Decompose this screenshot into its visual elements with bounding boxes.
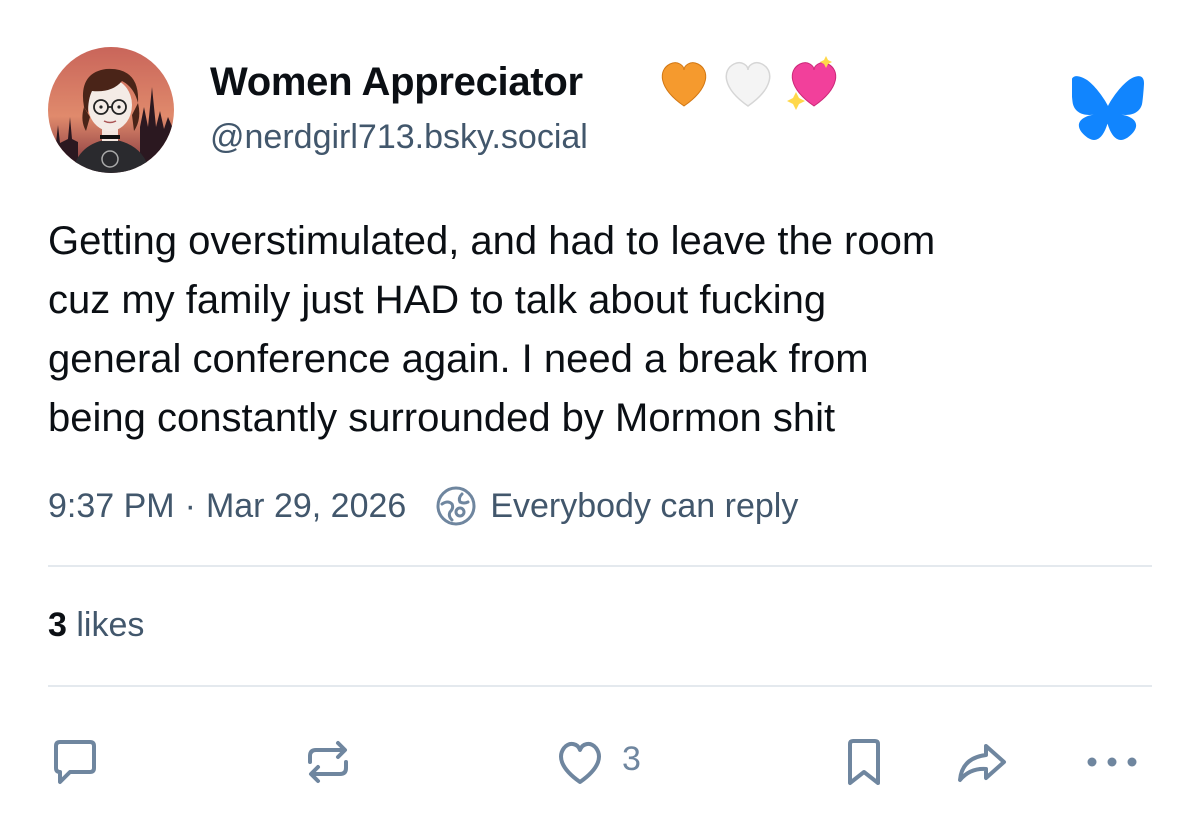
- more-button[interactable]: [1084, 734, 1140, 790]
- sparkling-heart-icon: [787, 56, 837, 110]
- emoji-badges: [654, 52, 844, 112]
- post-date: Mar 29, 2026: [205, 486, 407, 525]
- post-time: 9:37 PM: [48, 486, 175, 525]
- display-name[interactable]: Women Appreciator: [210, 60, 583, 105]
- handle[interactable]: @nerdgirl713.bsky.social: [210, 118, 588, 157]
- like-count: 3: [622, 740, 641, 778]
- more-icon: [1087, 757, 1137, 767]
- divider-top: [48, 565, 1152, 567]
- reply-setting-label[interactable]: Everybody can reply: [490, 487, 798, 526]
- repost-icon: [308, 741, 348, 783]
- white-heart-icon: [725, 61, 771, 107]
- reply-setting-icon: [436, 486, 476, 526]
- heart-icon: [559, 741, 601, 784]
- share-button[interactable]: [954, 734, 1010, 790]
- avatar[interactable]: [48, 47, 174, 173]
- like-button[interactable]: [552, 734, 608, 790]
- repost-button[interactable]: [300, 734, 356, 790]
- likes-stat[interactable]: 3 likes: [48, 606, 144, 645]
- bookmark-icon: [848, 739, 880, 785]
- post-text: Getting overstimulated, and had to leave…: [48, 219, 936, 440]
- bookmark-button[interactable]: [836, 734, 892, 790]
- orange-heart-icon: [661, 62, 707, 107]
- meta-separator: ·: [184, 486, 196, 525]
- reply-icon: [54, 740, 96, 784]
- share-icon: [958, 744, 1006, 782]
- post-meta: 9:37 PM · Mar 29, 2026 Everybody can rep…: [48, 484, 798, 528]
- likes-count: 3: [48, 606, 67, 644]
- divider-bottom: [48, 685, 1152, 687]
- bluesky-butterfly-icon: [1071, 76, 1144, 140]
- reply-button[interactable]: [46, 734, 102, 790]
- likes-label: likes: [66, 606, 145, 644]
